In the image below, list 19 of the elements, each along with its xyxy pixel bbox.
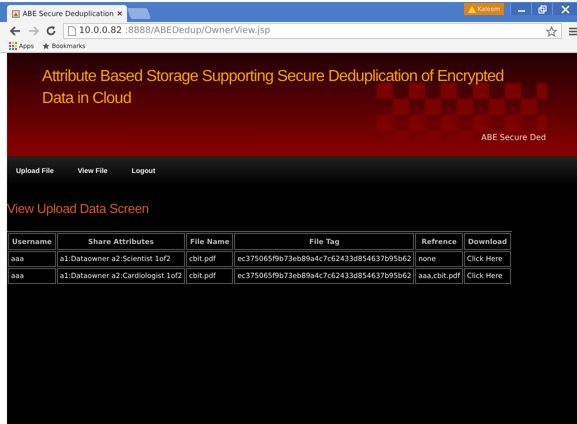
star-icon	[42, 42, 50, 50]
restore-icon	[538, 4, 546, 14]
restore-button[interactable]	[531, 3, 552, 15]
minimize-button[interactable]	[510, 3, 531, 15]
close-button[interactable]	[552, 3, 577, 15]
close-icon	[560, 4, 570, 14]
site-subtitle: ABE Secure Ded	[481, 133, 546, 142]
reload-icon[interactable]	[46, 26, 56, 36]
document-icon	[68, 26, 76, 36]
page-heading: View Upload Data Screen	[7, 201, 149, 218]
address-field[interactable]: 10.0.0.82 :8888/ABEDedup/OwnerView.jsp	[63, 23, 562, 39]
warning-icon	[468, 6, 476, 12]
star-icon[interactable]	[546, 26, 557, 36]
site-title: Attribute Based Storage Supporting Secure Deduplication of Encrypted Data in Cloud	[42, 67, 505, 109]
grid-icon	[9, 42, 17, 50]
menu-icon[interactable]	[569, 26, 577, 36]
back-icon[interactable]	[10, 26, 21, 36]
page-icon	[12, 8, 20, 18]
close-icon[interactable]	[116, 10, 122, 17]
